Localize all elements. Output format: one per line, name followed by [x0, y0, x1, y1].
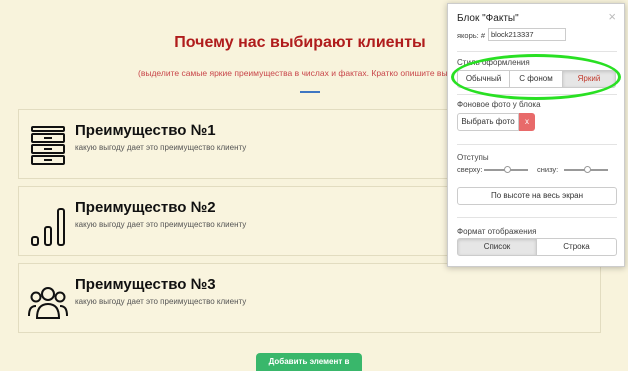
format-toggle-group: Список Строка — [457, 238, 617, 256]
top-padding-slider-handle[interactable] — [504, 166, 511, 173]
format-section-label: Формат отображения — [457, 227, 537, 236]
fullscreen-height-button[interactable]: По высоте на весь экран — [457, 187, 617, 205]
users-icon — [28, 287, 68, 319]
choose-photo-button[interactable]: Выбрать фото — [457, 113, 519, 131]
title-underline — [300, 91, 320, 93]
card-description: какую выгоду дает это преимущество клиен… — [75, 143, 247, 152]
bottom-padding-label: снизу: — [537, 165, 559, 174]
add-element-button[interactable]: Добавить элемент в список — [256, 353, 362, 371]
highlight-ellipse — [451, 54, 621, 100]
card-description: какую выгоду дает это преимущество клиен… — [75, 220, 247, 229]
divider — [457, 51, 617, 52]
panel-title: Блок "Факты" — [457, 13, 519, 24]
divider — [457, 217, 617, 218]
card-title: Преимущество №1 — [75, 122, 216, 139]
format-option-list[interactable]: Список — [457, 238, 537, 256]
card-title: Преимущество №2 — [75, 199, 216, 216]
card-description: какую выгоду дает это преимущество клиен… — [75, 297, 247, 306]
top-padding-label: сверху: — [457, 165, 483, 174]
close-icon[interactable]: × — [608, 9, 616, 24]
advantage-card-3[interactable]: Преимущество №3 какую выгоду дает это пр… — [18, 263, 601, 333]
archive-icon — [31, 126, 65, 165]
bar-chart-icon — [31, 208, 65, 246]
padding-section-label: Отступы — [457, 153, 489, 162]
bottom-padding-slider-handle[interactable] — [584, 166, 591, 173]
block-settings-panel: Блок "Факты" × якорь: # block213337 Стил… — [447, 3, 625, 267]
anchor-label: якорь: # — [457, 31, 486, 40]
background-section-label: Фоновое фото у блока — [457, 100, 541, 109]
remove-photo-button[interactable]: x — [519, 113, 535, 131]
anchor-input[interactable]: block213337 — [488, 28, 566, 41]
page-subtitle: (выделите самые яркие преимущества в чис… — [138, 68, 458, 78]
divider — [457, 144, 617, 145]
format-option-row[interactable]: Строка — [536, 238, 617, 256]
card-title: Преимущество №3 — [75, 276, 216, 293]
